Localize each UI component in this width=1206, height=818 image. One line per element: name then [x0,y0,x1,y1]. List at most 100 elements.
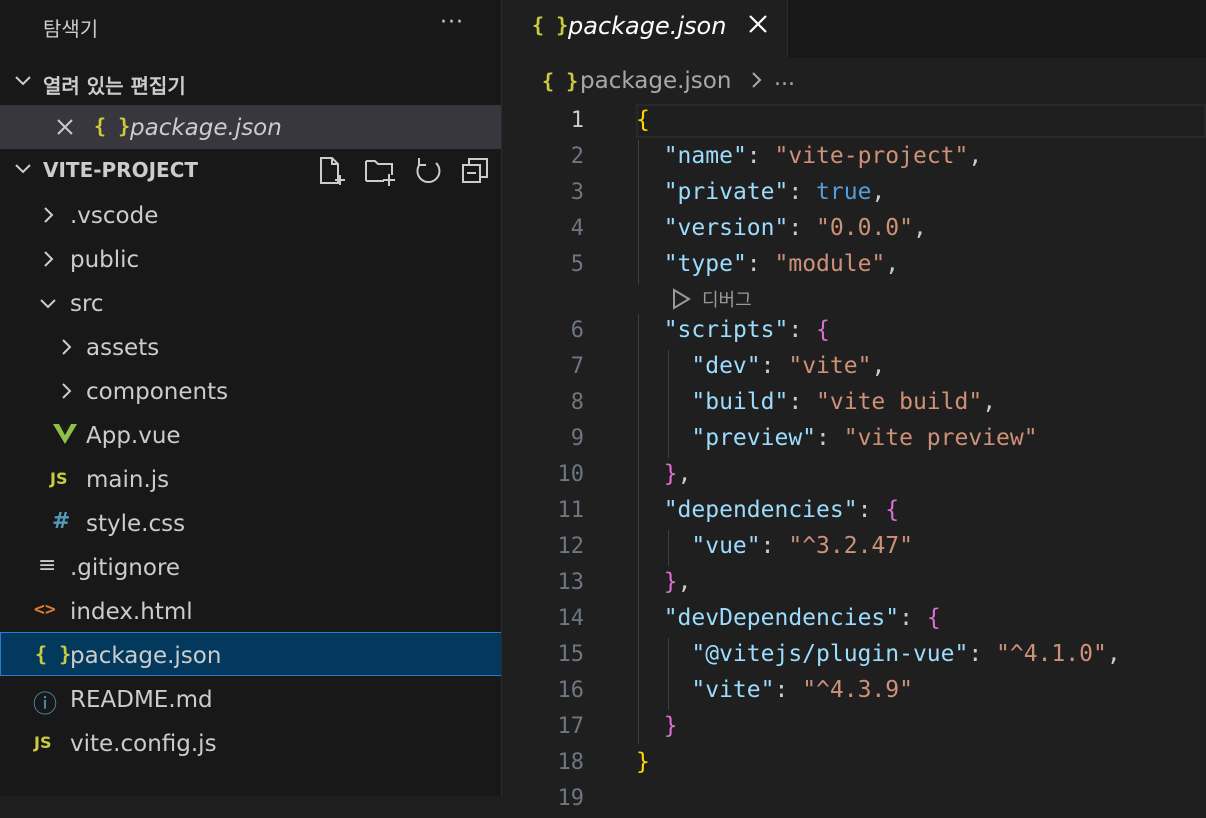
line-number: 13 [557,570,585,595]
json-braces-icon: { } [94,114,131,138]
refresh-icon[interactable] [412,155,444,187]
line-number: 17 [557,714,585,739]
tree-item-gitignore[interactable]: ≡ .gitignore [0,545,501,589]
json-value: "^4.1.0" [996,641,1107,667]
explorer-sidebar: 탐색기 ··· 열려 있는 편집기 { } package.json VITE-… [0,0,502,796]
json-value: "vite preview" [843,425,1038,451]
project-header[interactable]: VITE-PROJECT [0,149,501,193]
text-lines-icon: ≡ [38,553,57,578]
line-number: 6 [570,318,584,343]
line-number: 4 [570,216,584,241]
code-line: 2 "name": "vite-project", [502,140,1206,176]
tree-item-src[interactable]: src [0,281,501,325]
tab-bar: { } package.json [502,0,1206,58]
code-line: 9 "preview": "vite preview" [502,422,1206,458]
close-icon[interactable] [56,118,74,136]
tree-item-main-js[interactable]: JS main.js [0,457,501,501]
open-editors-header[interactable]: 열려 있는 편집기 [0,61,501,105]
tree-item-label: .vscode [70,203,159,229]
tab-package-json[interactable]: { } package.json [502,0,788,58]
code-line: 11 "dependencies": { [502,494,1206,530]
line-number: 10 [557,462,585,487]
chevron-down-icon [15,76,31,86]
code-line: 6 "scripts": { [502,314,1206,350]
tree-item-label: App.vue [86,423,181,449]
collapse-all-icon[interactable] [460,155,492,187]
tree-item-vscode[interactable]: .vscode [0,193,501,237]
json-value: "^3.2.47" [788,533,913,559]
line-number: 11 [557,498,585,523]
json-key: "preview" [691,425,817,451]
line-number: 19 [557,786,585,811]
tree-item-style-css[interactable]: # style.css [0,501,501,545]
json-value: "0.0.0" [816,215,913,241]
tree-item-label: src [70,291,104,317]
tree-item-assets[interactable]: assets [0,325,501,369]
line-number: 3 [570,180,584,205]
code-line: 15 "@vitejs/plugin-vue": "^4.1.0", [502,638,1206,674]
json-key: "dev" [691,353,761,379]
json-value: "module" [774,251,886,277]
tree-item-label: public [70,247,140,273]
chevron-right-icon [62,339,72,355]
tree-item-app-vue[interactable]: App.vue [0,413,501,457]
line-number: 14 [557,606,585,631]
chevron-right-icon [44,207,54,223]
json-key: "private" [663,179,789,205]
code-line: 8 "build": "vite build", [502,386,1206,422]
tree-item-index-html[interactable]: <> index.html [0,589,501,633]
line-number: 9 [570,426,584,451]
new-file-icon[interactable] [316,155,348,187]
tree-item-readme[interactable]: ⓘ README.md [0,677,501,721]
css-icon: # [52,509,71,534]
open-editor-item[interactable]: { } package.json [0,105,501,149]
javascript-icon: JS [34,733,52,752]
tree-item-label: .gitignore [70,555,181,581]
line-number: 1 [570,108,584,133]
code-editor[interactable]: 1 { 2 "name": "vite-project", 3 "private… [502,102,1206,811]
code-line: 4 "version": "0.0.0", [502,212,1206,248]
tree-item-package-json[interactable]: { } package.json [0,632,501,676]
project-label: VITE-PROJECT [43,158,199,182]
json-key: "build" [691,389,789,415]
line-number: 15 [557,642,585,667]
tree-item-label: style.css [86,511,186,537]
javascript-icon: JS [50,469,68,488]
chevron-right-icon [62,383,72,399]
tree-item-label: components [86,379,229,405]
new-folder-icon[interactable] [364,155,396,187]
close-icon[interactable] [746,12,770,36]
chevron-down-icon [15,164,31,174]
line-number: 16 [557,678,585,703]
json-value: "vite" [788,353,872,379]
json-key: "dependencies" [663,497,858,523]
html-icon: <> [34,599,56,620]
code-line: 3 "private": true, [502,176,1206,212]
tree-item-components[interactable]: components [0,369,501,413]
more-actions-icon[interactable]: ··· [440,10,464,35]
chevron-down-icon [40,299,56,309]
json-braces-icon: { } [532,13,569,37]
breadcrumb-ellipsis[interactable]: ... [774,66,795,91]
code-line: 13 }, [502,566,1206,602]
code-line: 16 "vite": "^4.3.9" [502,674,1206,710]
breadcrumb-file[interactable]: package.json [580,68,731,94]
code-line: 5 "type": "module", [502,248,1206,284]
open-editors-label: 열려 있는 편집기 [43,74,186,98]
code-line: 19 [502,782,1206,818]
json-value: true [816,179,872,205]
tree-item-label: package.json [70,643,222,669]
json-value: "vite-project" [774,143,969,169]
tree-item-vite-config[interactable]: JS vite.config.js [0,721,501,765]
line-number: 18 [557,750,585,775]
json-value: "vite build" [816,389,983,415]
json-key: "scripts" [663,317,789,343]
chevron-right-icon [752,72,762,88]
tree-item-public[interactable]: public [0,237,501,281]
tree-item-label: index.html [70,599,193,625]
json-braces-icon: { } [542,69,579,93]
code-line: 18 } [502,746,1206,782]
json-key: "devDependencies" [663,605,900,631]
info-icon: ⓘ [33,690,57,718]
json-key: "version" [663,215,789,241]
